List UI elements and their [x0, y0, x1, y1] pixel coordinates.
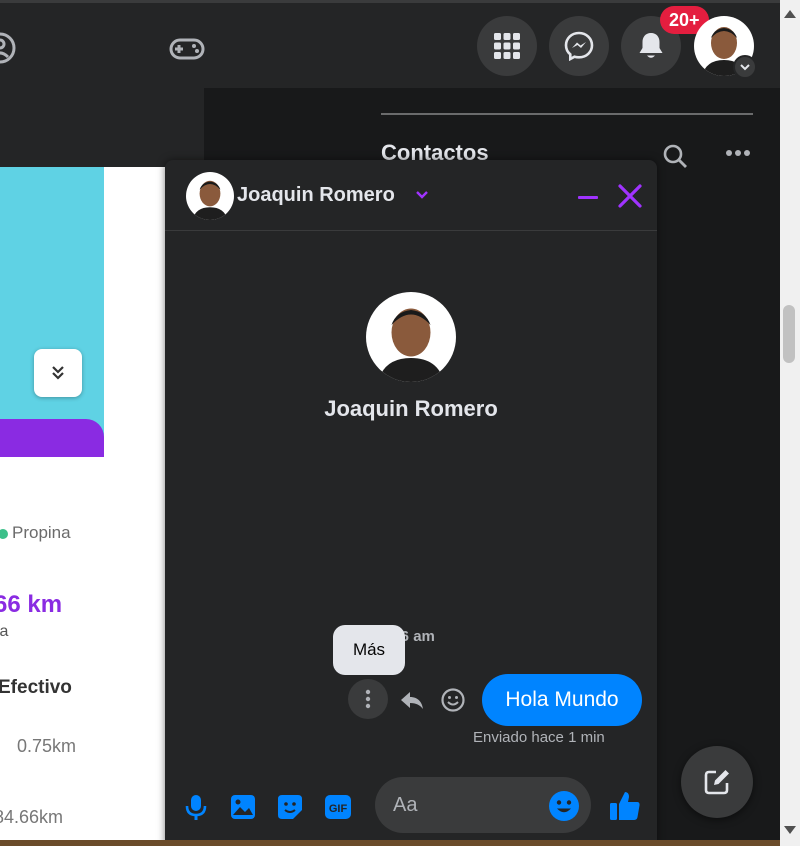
bell-icon — [639, 33, 663, 58]
image-icon[interactable] — [229, 793, 257, 821]
background-content-card: Propina 66 km ia Efectivo 0.75km 84.66km — [0, 167, 165, 846]
tip-dot-icon — [0, 528, 8, 539]
compose-icon — [704, 770, 729, 795]
profile-name: Joaquin Romero — [324, 396, 498, 421]
sticker-icon[interactable] — [276, 793, 304, 821]
smiley-react-icon[interactable] — [440, 687, 466, 713]
chat-header-avatar[interactable] — [186, 172, 234, 220]
chat-window: Joaquin Romero Joaquin Romero 9:56 am Má… — [165, 160, 657, 846]
tip-label-text: Propina — [12, 523, 71, 542]
distance-value: 66 km — [0, 591, 63, 618]
reply-icon[interactable] — [399, 687, 425, 713]
chevron-down-icon — [740, 64, 750, 71]
km-value-1: 0.75km — [17, 736, 77, 756]
map-area — [0, 167, 104, 457]
groups-icon[interactable] — [0, 31, 20, 65]
message-more-button[interactable] — [348, 679, 388, 719]
profile-avatar[interactable] — [366, 292, 456, 382]
gaming-icon[interactable] — [168, 33, 206, 63]
more-options-icon[interactable] — [724, 145, 752, 161]
expand-button[interactable] — [34, 349, 82, 397]
menu-button[interactable] — [477, 16, 537, 76]
minimize-icon[interactable] — [577, 186, 599, 208]
scroll-down-arrow[interactable] — [784, 826, 796, 834]
sent-status: Enviado hace 1 min — [473, 729, 605, 746]
chevron-down-icon[interactable] — [415, 188, 429, 202]
scroll-up-arrow[interactable] — [784, 10, 796, 18]
purple-banner — [0, 419, 104, 457]
tip-label: Propina — [0, 523, 71, 543]
thumbs-up-icon[interactable] — [608, 789, 642, 823]
avatar-image — [366, 292, 456, 382]
taskbar-strip — [0, 840, 780, 846]
contacts-divider — [381, 113, 753, 115]
page-scrollbar[interactable] — [780, 0, 800, 846]
scrollbar-thumb[interactable] — [783, 305, 795, 363]
avatar-image — [186, 172, 234, 220]
payment-label: Efectivo — [0, 677, 72, 698]
close-icon[interactable] — [616, 182, 644, 210]
svg-text:GIF: GIF — [329, 803, 348, 815]
chat-header-name[interactable]: Joaquin Romero — [237, 184, 395, 207]
messenger-button[interactable] — [549, 16, 609, 76]
grid-menu-icon — [494, 33, 520, 59]
account-menu-chevron[interactable] — [733, 55, 757, 79]
gif-icon[interactable]: GIF — [324, 793, 352, 821]
vertical-dots-icon — [365, 689, 371, 709]
search-icon[interactable] — [662, 143, 688, 169]
microphone-icon[interactable] — [182, 793, 210, 821]
emoji-icon[interactable] — [548, 790, 580, 822]
messenger-icon — [564, 31, 594, 61]
more-tooltip: Más — [333, 625, 405, 675]
new-message-button[interactable] — [681, 746, 753, 818]
double-chevron-down-icon — [52, 366, 64, 380]
chat-header: Joaquin Romero — [165, 160, 657, 231]
message-bubble[interactable]: Hola Mundo — [482, 674, 642, 726]
km-value-2: 84.66km — [0, 807, 64, 827]
distance-sub-label: ia — [0, 623, 9, 640]
message-composer: GIF — [165, 768, 657, 846]
